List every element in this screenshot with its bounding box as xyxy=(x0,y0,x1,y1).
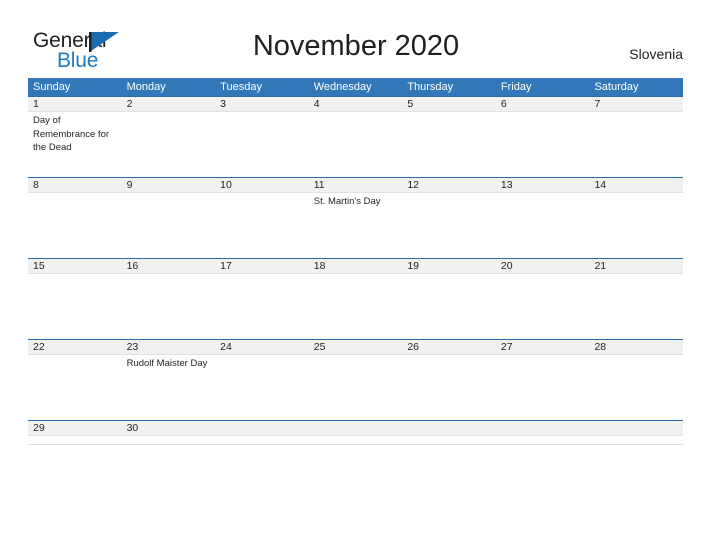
day-number[interactable]: 8 xyxy=(28,178,122,192)
day-event-strip xyxy=(28,274,683,339)
calendar-grid: Sunday Monday Tuesday Wednesday Thursday… xyxy=(28,78,683,445)
weekday-header-tuesday: Tuesday xyxy=(220,81,262,93)
weekday-header-friday: Friday xyxy=(500,81,532,93)
day-number[interactable]: 17 xyxy=(215,259,309,273)
day-number-strip: 22 23 24 25 26 27 28 xyxy=(28,340,683,355)
day-event: Rudolf Maister Day xyxy=(126,358,208,369)
page-header: General Blue November 2020 Slovenia xyxy=(0,0,712,78)
day-number[interactable]: 22 xyxy=(28,340,122,354)
day-event xyxy=(589,274,683,339)
day-number[interactable]: 13 xyxy=(496,178,590,192)
day-event xyxy=(215,193,309,258)
day-event xyxy=(496,193,590,258)
day-number[interactable]: 18 xyxy=(309,259,403,273)
day-event xyxy=(28,274,122,339)
day-number[interactable]: 10 xyxy=(215,178,309,192)
day-event xyxy=(589,193,683,258)
day-event xyxy=(402,193,496,258)
day-event xyxy=(402,274,496,339)
day-event xyxy=(215,436,309,444)
day-event-strip: Rudolf Maister Day xyxy=(28,355,683,420)
day-event xyxy=(28,355,122,420)
day-number[interactable]: 23 xyxy=(122,340,216,354)
day-event xyxy=(589,112,683,177)
day-number[interactable]: 9 xyxy=(122,178,216,192)
day-event xyxy=(215,355,309,420)
calendar-page: General Blue November 2020 Slovenia Sund… xyxy=(0,0,712,550)
day-event xyxy=(28,193,122,258)
weekday-header-row: Sunday Monday Tuesday Wednesday Thursday… xyxy=(28,78,683,96)
day-number[interactable]: 15 xyxy=(28,259,122,273)
day-number[interactable]: 1 xyxy=(28,97,122,111)
day-event xyxy=(309,436,403,444)
weekday-header-thursday: Thursday xyxy=(407,81,454,93)
calendar-week-row: 15 16 17 18 19 20 21 xyxy=(28,258,683,339)
day-number[interactable]: 4 xyxy=(309,97,403,111)
day-event xyxy=(215,274,309,339)
country-label: Slovenia xyxy=(629,46,683,62)
day-event xyxy=(122,274,216,339)
day-event xyxy=(309,112,403,177)
day-event xyxy=(589,355,683,420)
day-number-strip: 15 16 17 18 19 20 21 xyxy=(28,259,683,274)
day-event xyxy=(402,355,496,420)
day-number[interactable]: 14 xyxy=(589,178,683,192)
day-number[interactable]: 2 xyxy=(122,97,216,111)
calendar-week-row: 8 9 10 11 12 13 14 St. Martin's Day xyxy=(28,177,683,258)
day-number[interactable]: 11 xyxy=(309,178,403,192)
page-title: November 2020 xyxy=(252,30,460,62)
day-event xyxy=(122,112,216,177)
day-event xyxy=(589,436,683,444)
day-event xyxy=(309,355,403,420)
day-event-strip: Day of Remembrance for the Dead xyxy=(28,112,683,177)
day-number-strip: 1 2 3 4 5 6 7 xyxy=(28,97,683,112)
day-event: St. Martin's Day xyxy=(313,196,381,207)
day-number[interactable]: 30 xyxy=(122,421,216,435)
day-event xyxy=(496,355,590,420)
calendar-week-row: 22 23 24 25 26 27 28 Rudolf Maister Day xyxy=(28,339,683,420)
day-number[interactable]: 25 xyxy=(309,340,403,354)
day-number[interactable]: 12 xyxy=(402,178,496,192)
day-number[interactable]: 3 xyxy=(215,97,309,111)
day-event xyxy=(496,274,590,339)
day-number[interactable]: 28 xyxy=(589,340,683,354)
day-event xyxy=(215,112,309,177)
day-number[interactable]: 27 xyxy=(496,340,590,354)
day-number[interactable]: 7 xyxy=(589,97,683,111)
day-number[interactable]: 6 xyxy=(496,97,590,111)
day-number[interactable]: 24 xyxy=(215,340,309,354)
day-event-strip xyxy=(28,436,683,444)
weekday-header-monday: Monday xyxy=(126,81,166,93)
day-number[interactable] xyxy=(215,421,309,435)
day-number[interactable] xyxy=(402,421,496,435)
calendar-bottom-edge xyxy=(28,444,683,445)
calendar-week-row: 1 2 3 4 5 6 7 Day of Remembrance for the… xyxy=(28,96,683,177)
day-number-strip: 29 30 xyxy=(28,421,683,436)
day-event xyxy=(122,436,216,444)
day-number[interactable]: 20 xyxy=(496,259,590,273)
day-event xyxy=(402,112,496,177)
day-event-strip: St. Martin's Day xyxy=(28,193,683,258)
day-number[interactable] xyxy=(496,421,590,435)
day-event xyxy=(28,436,122,444)
day-number[interactable]: 5 xyxy=(402,97,496,111)
day-number[interactable]: 21 xyxy=(589,259,683,273)
weekday-header-wednesday: Wednesday xyxy=(313,81,372,93)
day-number[interactable]: 26 xyxy=(402,340,496,354)
day-event xyxy=(309,274,403,339)
day-number[interactable]: 29 xyxy=(28,421,122,435)
day-event: Day of Remembrance for the Dead xyxy=(33,115,110,153)
day-event xyxy=(496,436,590,444)
day-number[interactable] xyxy=(589,421,683,435)
day-event xyxy=(122,193,216,258)
day-event xyxy=(496,112,590,177)
weekday-header-sunday: Sunday xyxy=(33,81,71,93)
day-event xyxy=(402,436,496,444)
day-number[interactable]: 19 xyxy=(402,259,496,273)
day-number[interactable] xyxy=(309,421,403,435)
day-number[interactable]: 16 xyxy=(122,259,216,273)
day-number-strip: 8 9 10 11 12 13 14 xyxy=(28,178,683,193)
weekday-header-saturday: Saturday xyxy=(594,81,639,93)
calendar-week-row: 29 30 xyxy=(28,420,683,444)
